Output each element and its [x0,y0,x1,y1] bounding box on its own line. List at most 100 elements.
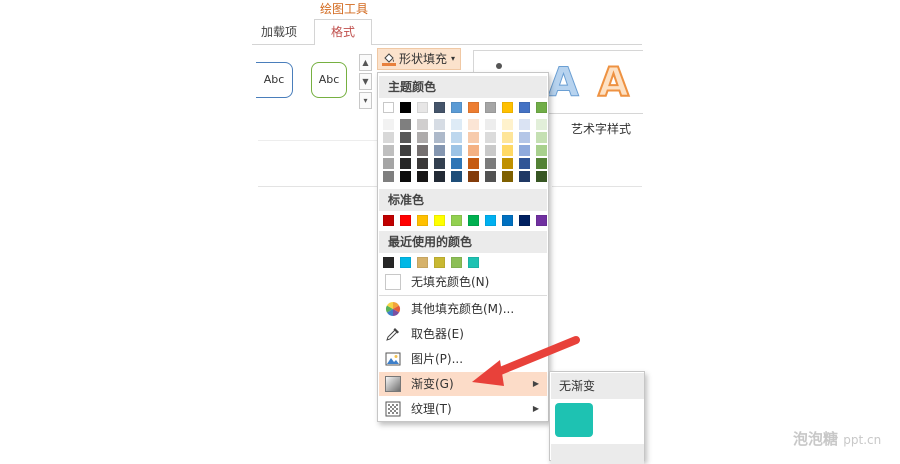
recent-color-swatch[interactable] [434,257,445,268]
theme-color-swatch[interactable] [383,102,394,113]
theme-shade-swatch[interactable] [383,158,394,169]
recent-color-swatch[interactable] [451,257,462,268]
shape-fill-label: 形状填充 [399,52,448,66]
theme-shade-swatch[interactable] [417,171,428,182]
theme-shade-swatch[interactable] [519,158,530,169]
theme-shade-swatch[interactable] [468,145,479,156]
theme-shade-swatch[interactable] [434,119,445,130]
theme-color-swatch[interactable] [434,102,445,113]
theme-shade-swatch[interactable] [451,158,462,169]
recent-color-swatch[interactable] [417,257,428,268]
standard-color-swatch[interactable] [519,215,530,226]
standard-color-swatch[interactable] [468,215,479,226]
theme-shade-swatch[interactable] [468,132,479,143]
theme-shade-swatch[interactable] [434,171,445,182]
standard-color-swatch[interactable] [485,215,496,226]
theme-shade-swatch[interactable] [519,119,530,130]
theme-shade-swatch[interactable] [485,158,496,169]
drawing-tools-group-label: 绘图工具 [319,2,368,16]
theme-shade-swatch[interactable] [400,132,411,143]
more-fill-colors-item[interactable]: 其他填充颜色(M)... [379,297,547,321]
theme-color-swatch[interactable] [468,102,479,113]
tab-addins[interactable]: 加载项 [252,20,306,44]
recent-color-swatch[interactable] [383,257,394,268]
standard-color-swatch[interactable] [502,215,513,226]
standard-color-swatch[interactable] [417,215,428,226]
theme-colors-header: 主题颜色 [379,76,547,98]
theme-shade-swatch[interactable] [400,145,411,156]
theme-shade-swatch[interactable] [451,171,462,182]
gallery-scroll-up-button[interactable]: ▲ [359,54,372,71]
theme-shade-swatch[interactable] [451,119,462,130]
recent-color-swatch[interactable] [400,257,411,268]
theme-shade-swatch[interactable] [502,145,513,156]
theme-color-swatch[interactable] [400,102,411,113]
theme-shade-swatch[interactable] [400,119,411,130]
wordart-style-orange[interactable]: A [597,62,630,104]
theme-shade-swatch[interactable] [519,145,530,156]
gallery-more-button[interactable]: ▾ [359,92,372,109]
theme-shade-swatch[interactable] [485,145,496,156]
theme-shade-swatch[interactable] [400,158,411,169]
theme-shade-swatch[interactable] [434,132,445,143]
recent-color-swatch[interactable] [468,257,479,268]
gradient-variant-swatch[interactable] [555,403,593,437]
theme-color-shades [383,119,548,183]
ribbon-bottom-border [258,186,378,187]
theme-shade-swatch[interactable] [400,171,411,182]
theme-shade-swatch[interactable] [536,132,547,143]
theme-shade-swatch[interactable] [485,119,496,130]
theme-shade-swatch[interactable] [519,171,530,182]
standard-color-swatch[interactable] [383,215,394,226]
theme-shade-swatch[interactable] [502,119,513,130]
ribbon-bottom-border [552,186,642,187]
standard-color-swatch[interactable] [434,215,445,226]
theme-shade-swatch[interactable] [468,171,479,182]
theme-shade-swatch[interactable] [434,158,445,169]
theme-shade-swatch[interactable] [502,171,513,182]
theme-shade-swatch[interactable] [383,119,394,130]
no-fill-item[interactable]: 无填充颜色(N) [379,270,547,294]
theme-shade-swatch[interactable] [417,158,428,169]
watermark-domain: ppt.cn [843,433,882,447]
theme-color-swatch[interactable] [485,102,496,113]
theme-shade-swatch[interactable] [417,132,428,143]
wordart-style-blue[interactable]: A [548,63,580,104]
theme-color-swatch[interactable] [519,102,530,113]
theme-shade-swatch[interactable] [536,171,547,182]
theme-shade-swatch[interactable] [383,171,394,182]
theme-shade-swatch[interactable] [451,145,462,156]
theme-shade-swatch[interactable] [468,158,479,169]
theme-shade-swatch[interactable] [519,132,530,143]
theme-shade-swatch[interactable] [536,145,547,156]
standard-color-swatch[interactable] [451,215,462,226]
standard-color-swatch[interactable] [536,215,547,226]
theme-shade-swatch[interactable] [417,145,428,156]
theme-shade-swatch[interactable] [485,132,496,143]
theme-shade-swatch[interactable] [502,132,513,143]
gallery-scroll-down-button[interactable]: ▼ [359,73,372,90]
theme-shade-swatch[interactable] [417,119,428,130]
theme-shade-swatch[interactable] [383,132,394,143]
standard-color-swatch[interactable] [400,215,411,226]
shape-style-blue[interactable]: Abc [256,62,293,98]
theme-color-swatch[interactable] [502,102,513,113]
theme-color-swatch[interactable] [536,102,547,113]
shape-style-green[interactable]: Abc [311,62,347,98]
theme-shade-swatch[interactable] [451,132,462,143]
theme-shade-swatch[interactable] [502,158,513,169]
standard-colors-row [383,215,548,226]
theme-shade-swatch[interactable] [485,171,496,182]
shape-fill-button[interactable]: 形状填充 ▾ [377,48,461,70]
theme-shade-swatch[interactable] [536,119,547,130]
tab-format[interactable]: 格式 [314,19,372,45]
theme-color-swatch[interactable] [417,102,428,113]
eyedropper-label: 取色器(E) [411,327,464,341]
theme-color-swatch[interactable] [451,102,462,113]
theme-shade-swatch[interactable] [383,145,394,156]
texture-item[interactable]: 纹理(T) ▶ [379,397,547,421]
theme-shade-swatch[interactable] [434,145,445,156]
theme-shade-swatch[interactable] [536,158,547,169]
more-fill-colors-label: 其他填充颜色(M)... [411,302,515,316]
theme-shade-swatch[interactable] [468,119,479,130]
